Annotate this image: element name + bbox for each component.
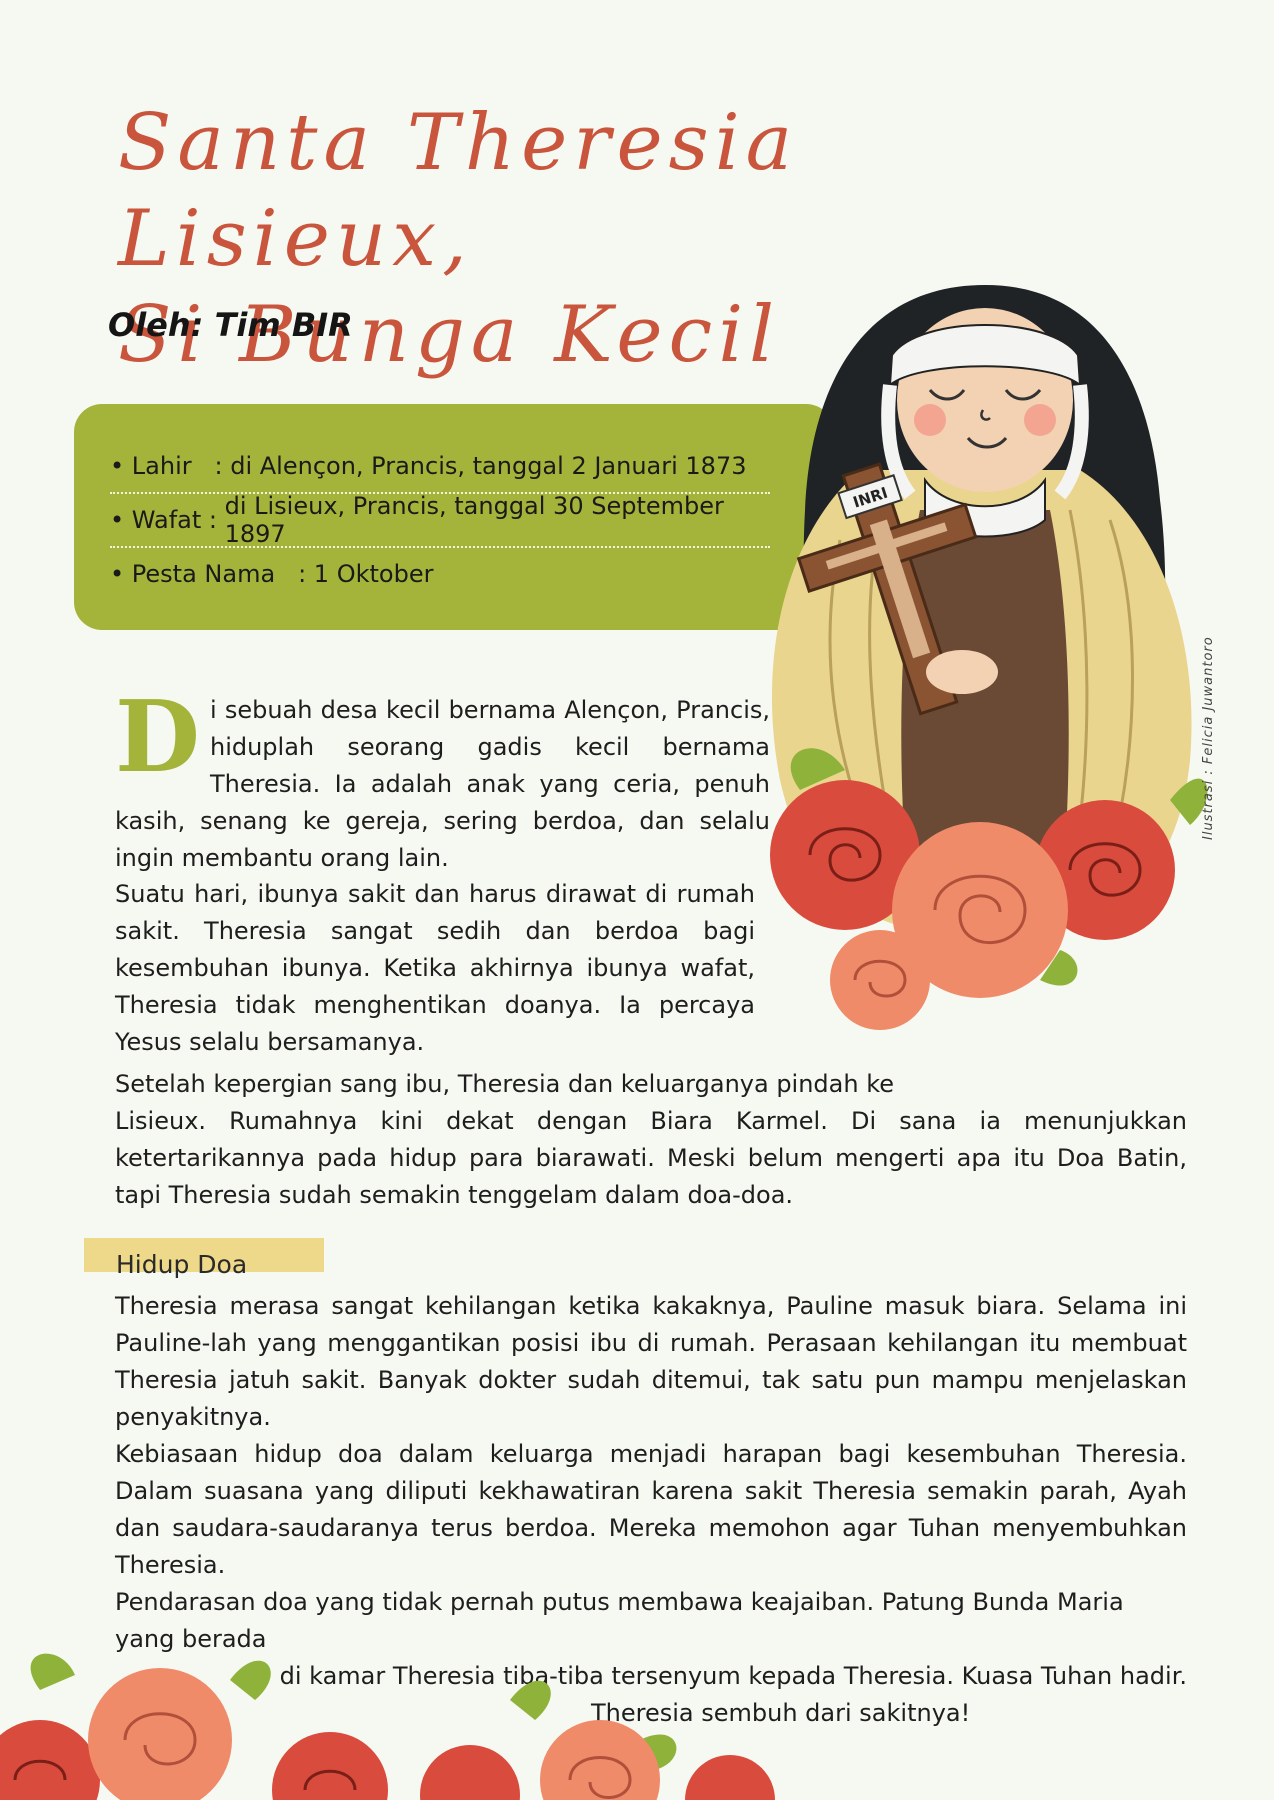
- info-row-feast: • Pesta Nama : 1 Oktober: [110, 560, 434, 588]
- info-row-death: • Wafat : di Lisieux, Prancis, tanggal 3…: [110, 492, 770, 548]
- illustration-credit: Ilustrasi : Felicia Juwantoro: [1201, 636, 1216, 840]
- paragraph-5: Kebiasaan hidup doa dalam keluarga menja…: [115, 1440, 1187, 1579]
- info-box: • Lahir : di Alençon, Prancis, tanggal 2…: [74, 404, 834, 630]
- paragraph-1: Di sebuah desa kecil bernama Alençon, Pr…: [115, 680, 770, 877]
- drop-cap: D: [115, 680, 200, 795]
- rose-cluster-bottom: [0, 1653, 775, 1800]
- title-line-1: Santa Theresia Lisieux,: [118, 98, 799, 284]
- info-value: 1 Oktober: [313, 560, 434, 588]
- paragraph-3-first-line: Setelah kepergian sang ibu, Theresia dan…: [115, 1070, 895, 1098]
- info-value: di Alençon, Prancis, tanggal 2 Januari 1…: [230, 452, 747, 480]
- info-label: Pesta Nama: [131, 560, 276, 588]
- info-label: Lahir: [131, 452, 192, 480]
- paragraph-2: Suatu hari, ibunya sakit dan harus diraw…: [115, 880, 755, 1056]
- paragraph-1-text: i sebuah desa kecil bernama Alençon, Pra…: [115, 696, 770, 872]
- paragraph-3-rest: Lisieux. Rumahnya kini dekat dengan Biar…: [115, 1107, 1187, 1209]
- saint-illustration: INRI: [770, 285, 1208, 1030]
- subheading-hidup-doa: Hidup Doa: [116, 1250, 248, 1279]
- paragraph-3: Setelah kepergian sang ibu, Theresia dan…: [115, 1066, 1187, 1214]
- paragraph-4: Theresia merasa sangat kehilangan ketika…: [115, 1292, 1187, 1431]
- info-row-birth: • Lahir : di Alençon, Prancis, tanggal 2…: [110, 440, 770, 494]
- byline: Oleh: Tim BIR: [108, 306, 353, 344]
- info-label: Wafat: [131, 506, 202, 534]
- info-value: di Lisieux, Prancis, tanggal 30 Septembe…: [224, 492, 724, 548]
